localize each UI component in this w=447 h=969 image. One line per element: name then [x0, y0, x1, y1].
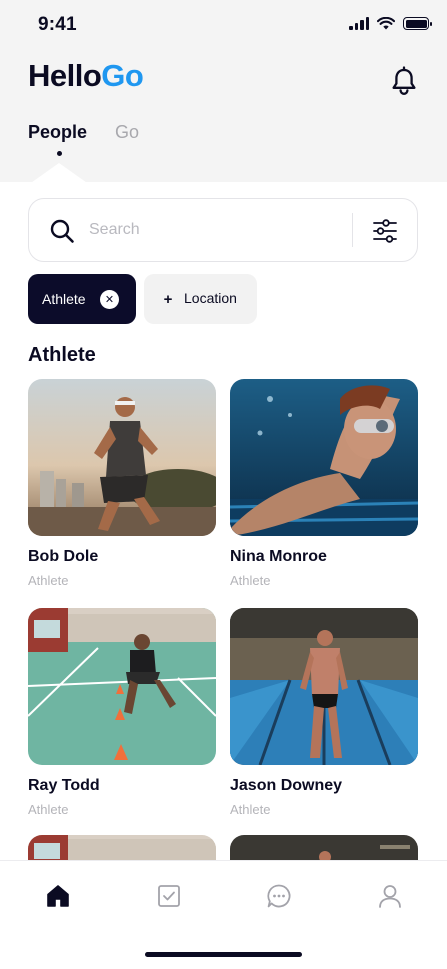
person-name: Jason Downey [230, 777, 343, 794]
person-card[interactable]: Ray Todd Athlete [28, 608, 216, 817]
battery-icon [403, 17, 432, 30]
tab-go[interactable]: Go [115, 122, 139, 143]
person-photo [28, 608, 216, 765]
logo-text-hello: Hello [28, 58, 102, 93]
filter-chip-athlete[interactable]: Athlete ✕ [28, 274, 136, 324]
add-location-chip[interactable]: + Location [144, 274, 257, 324]
filter-sliders-icon[interactable] [372, 218, 398, 244]
person-photo [28, 379, 216, 536]
search-bar[interactable]: Search [28, 198, 418, 262]
status-time: 9:41 [38, 14, 77, 35]
signal-icon [349, 17, 369, 30]
plus-icon: + [163, 290, 173, 308]
search-divider [352, 213, 353, 247]
logo-text-go: Go [101, 58, 144, 93]
person-photo [230, 379, 418, 536]
person-card[interactable]: Nina Monroe Athlete [230, 379, 418, 588]
person-card[interactable]: Bob Dole Athlete [28, 379, 216, 588]
tab-people[interactable]: People [28, 122, 87, 143]
app-logo: HelloGo [28, 58, 144, 94]
chat-icon[interactable] [266, 883, 292, 909]
status-icons [349, 17, 432, 30]
home-indicator [145, 952, 302, 957]
person-role: Athlete [230, 802, 271, 817]
section-title: Athlete [28, 344, 96, 366]
search-icon [50, 219, 74, 243]
close-icon[interactable]: ✕ [100, 290, 119, 309]
person-photo [230, 608, 418, 765]
person-name: Bob Dole [28, 548, 99, 565]
person-role: Athlete [28, 802, 69, 817]
notification-bell-icon[interactable] [390, 66, 418, 96]
person-role: Athlete [28, 573, 69, 588]
person-card[interactable]: Jason Downey Athlete [230, 608, 418, 817]
home-icon[interactable] [45, 883, 71, 909]
search-input[interactable]: Search [89, 221, 140, 239]
wifi-icon [377, 17, 395, 30]
chip-label: Athlete [42, 291, 86, 307]
person-name: Nina Monroe [230, 548, 327, 565]
checkbox-icon[interactable] [156, 883, 182, 909]
chip-label: Location [184, 290, 237, 306]
person-name: Ray Todd [28, 777, 100, 794]
active-tab-dot [57, 151, 62, 156]
person-role: Athlete [230, 573, 271, 588]
profile-icon[interactable] [377, 883, 403, 909]
